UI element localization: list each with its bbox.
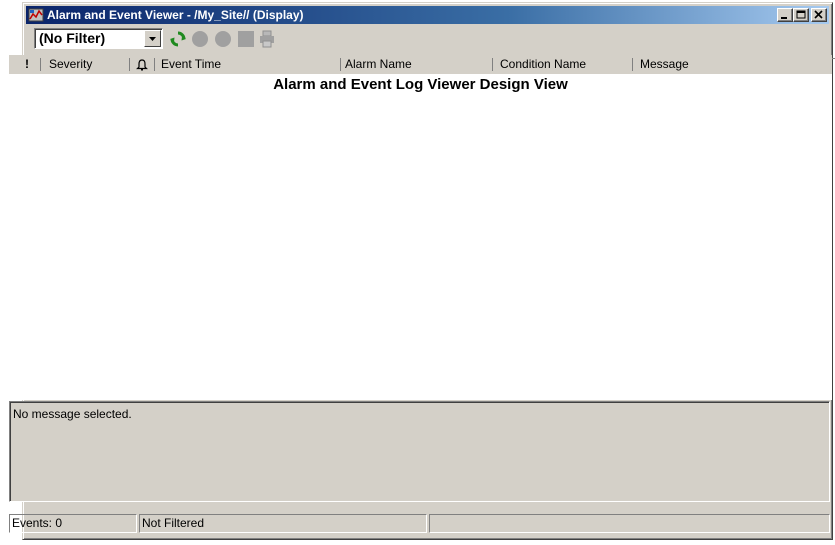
event-list[interactable]: Alarm and Event Log Viewer Design View — [9, 74, 832, 400]
column-header-row: ! Severity Event Time Alarm Name Conditi… — [9, 55, 832, 74]
status-events-count: Events: 0 — [9, 514, 137, 533]
column-divider[interactable] — [632, 58, 633, 71]
column-event-time[interactable]: Event Time — [161, 56, 341, 73]
filter-selected-value: (No Filter) — [39, 30, 106, 46]
column-divider[interactable] — [40, 58, 41, 71]
toolbar: (No Filter) — [31, 25, 826, 51]
circle-icon[interactable] — [191, 30, 209, 48]
column-ack[interactable]: ! — [25, 56, 35, 73]
detail-text: No message selected. — [13, 407, 132, 421]
status-extra-panel — [429, 514, 830, 533]
design-view-title: Alarm and Event Log Viewer Design View — [273, 76, 568, 93]
maximize-button[interactable] — [793, 8, 809, 22]
column-bell[interactable] — [135, 56, 151, 73]
column-condition-name[interactable]: Condition Name — [500, 56, 630, 73]
bell-icon — [136, 59, 148, 71]
printer-icon[interactable] — [258, 30, 276, 48]
column-divider[interactable] — [340, 58, 341, 71]
title-bar[interactable]: Alarm and Event Viewer - /My_Site// (Dis… — [26, 6, 829, 24]
column-message[interactable]: Message — [640, 56, 790, 73]
dropdown-arrow-button[interactable] — [144, 30, 161, 47]
column-divider[interactable] — [154, 58, 155, 71]
app-icon — [28, 7, 44, 23]
filter-dropdown[interactable]: (No Filter) — [34, 28, 163, 49]
circle-icon[interactable] — [214, 30, 232, 48]
status-bar: Events: 0 Not Filtered — [9, 514, 830, 533]
minimize-button[interactable] — [777, 8, 793, 22]
chevron-down-icon — [149, 37, 156, 41]
status-filter-state: Not Filtered — [139, 514, 427, 533]
window-title: Alarm and Event Viewer - /My_Site// (Dis… — [47, 8, 304, 22]
column-divider[interactable] — [129, 58, 130, 71]
message-detail-pane[interactable]: No message selected. — [9, 401, 830, 502]
stop-icon[interactable] — [237, 30, 255, 48]
column-alarm-name[interactable]: Alarm Name — [345, 56, 485, 73]
refresh-icon[interactable] — [169, 30, 187, 48]
column-divider[interactable] — [492, 58, 493, 71]
column-severity[interactable]: Severity — [49, 56, 119, 73]
close-button[interactable] — [811, 8, 827, 22]
